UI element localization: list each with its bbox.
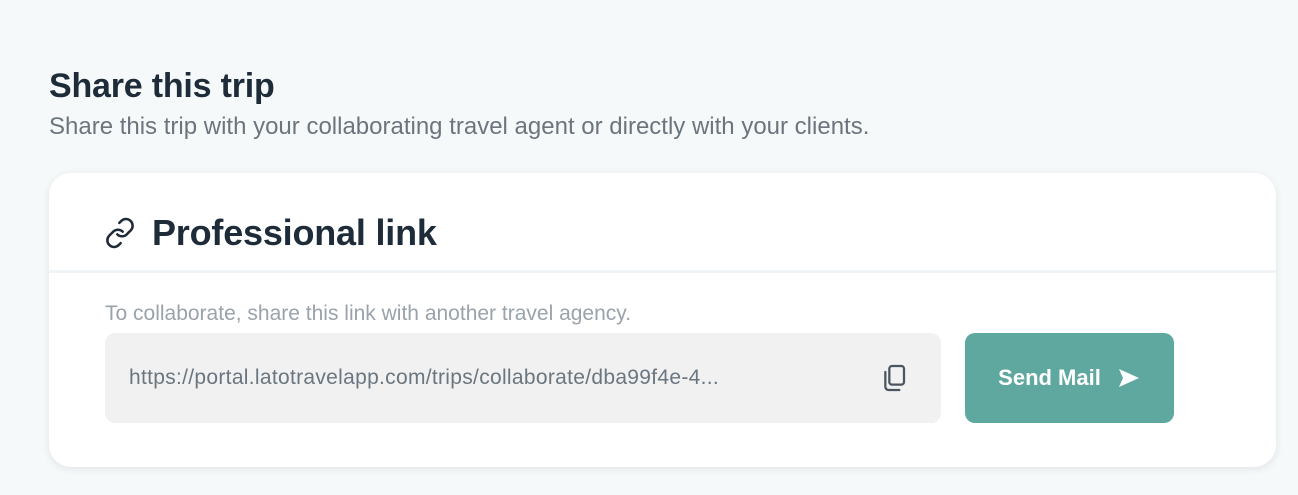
- link-icon: [104, 217, 136, 249]
- section-title: Share this trip: [49, 67, 275, 105]
- send-mail-button[interactable]: Send Mail: [965, 333, 1174, 423]
- share-section-header: Share this trip Share this trip with you…: [49, 66, 1276, 142]
- send-mail-button-label: Send Mail: [998, 365, 1101, 390]
- helper-text: To collaborate, share this link with ano…: [105, 302, 632, 325]
- section-subtitle: Share this trip with your collaborating …: [49, 113, 870, 140]
- card-title: Professional link: [152, 211, 437, 253]
- link-field[interactable]: https://portal.latotravelapp.com/trips/c…: [105, 333, 941, 423]
- send-icon: [1117, 366, 1141, 390]
- card-header: Professional link: [49, 173, 1276, 273]
- link-url-text[interactable]: https://portal.latotravelapp.com/trips/c…: [129, 366, 861, 390]
- professional-link-card: Professional link To collaborate, share …: [49, 173, 1276, 467]
- card-body: To collaborate, share this link with ano…: [49, 273, 1276, 423]
- link-row: https://portal.latotravelapp.com/trips/c…: [105, 333, 1276, 423]
- copy-icon[interactable]: [877, 361, 911, 395]
